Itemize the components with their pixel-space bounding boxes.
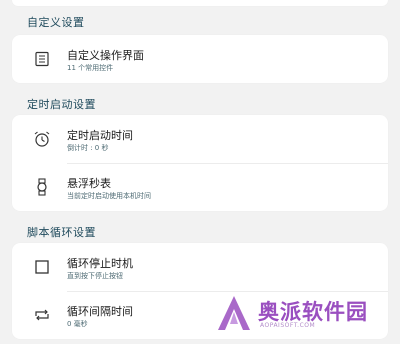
setting-subtitle: 直到按下停止按钮 <box>67 272 123 280</box>
setting-loop-stop[interactable]: 循环停止时机 直到按下停止按钮 <box>12 243 388 293</box>
stop-square-icon <box>32 257 52 277</box>
watermark-logo-icon <box>216 294 252 336</box>
setting-title: 自定义操作界面 <box>67 49 144 62</box>
card-custom-settings: 自定义操作界面 11 个常用控件 <box>12 35 388 83</box>
watermark-url: AOPAISOFT.COM <box>260 322 316 329</box>
previous-card <box>12 0 388 6</box>
section-title-timer: 定时启动设置 <box>27 98 96 111</box>
card-timer-settings: 定时启动时间 倒计时 : 0 秒 悬浮秒表 当前定时启动使用本机时间 <box>12 115 388 211</box>
setting-floating-stopwatch[interactable]: 悬浮秒表 当前定时启动使用本机时间 <box>12 163 388 213</box>
setting-subtitle: 11 个常用控件 <box>67 64 114 72</box>
setting-title: 悬浮秒表 <box>67 177 111 190</box>
repeat-icon <box>32 305 52 325</box>
setting-subtitle: 0 毫秒 <box>67 320 88 328</box>
settings-page: 自定义设置 自定义操作界面 11 个常用控件 定时启动设置 定时启动时间 倒计时… <box>0 0 400 344</box>
section-title-loop: 脚本循环设置 <box>27 226 96 239</box>
watch-icon <box>32 177 52 197</box>
layout-list-icon <box>32 49 52 69</box>
setting-title: 定时启动时间 <box>67 129 133 142</box>
setting-title: 循环停止时机 <box>67 257 133 270</box>
watermark: 奥派软件园 AOPAISOFT.COM <box>208 292 386 334</box>
section-title-custom: 自定义设置 <box>27 16 85 29</box>
alarm-clock-icon <box>32 129 52 149</box>
setting-title: 循环间隔时间 <box>67 305 133 318</box>
setting-custom-ui[interactable]: 自定义操作界面 11 个常用控件 <box>12 35 388 85</box>
setting-subtitle: 倒计时 : 0 秒 <box>67 144 109 152</box>
setting-timer-start[interactable]: 定时启动时间 倒计时 : 0 秒 <box>12 115 388 165</box>
setting-subtitle: 当前定时启动使用本机时间 <box>67 192 151 200</box>
